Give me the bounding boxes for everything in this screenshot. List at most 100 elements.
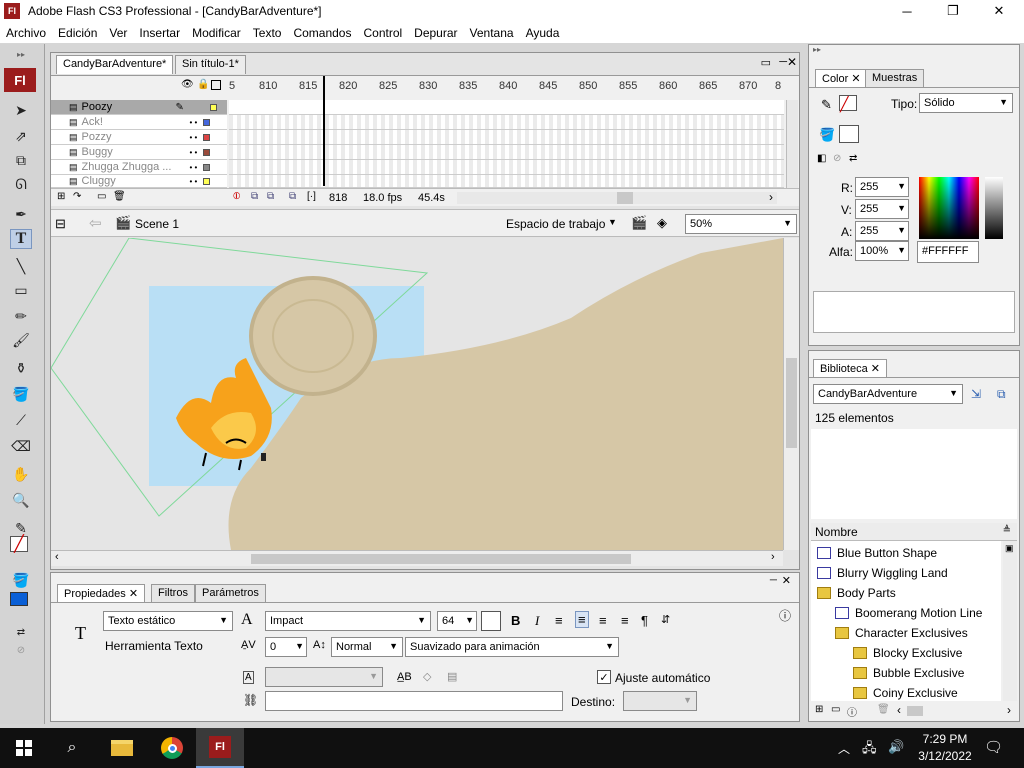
r-input[interactable]: 255 ▼ bbox=[855, 177, 909, 197]
edit-multiple-icon[interactable]: ⧉ bbox=[289, 191, 296, 202]
tab-color[interactable]: Color ✕ bbox=[815, 69, 868, 87]
menu-edicion[interactable]: Edición bbox=[52, 26, 103, 40]
chevron-down-icon[interactable]: ▼ bbox=[608, 217, 617, 227]
frame-row[interactable] bbox=[229, 175, 784, 188]
minimize-button[interactable]: ─ bbox=[884, 0, 930, 22]
minimize-panel-icon[interactable]: ─ bbox=[770, 575, 777, 586]
list-item[interactable]: Coiny Exclusive bbox=[853, 683, 958, 701]
font-size-input[interactable]: 64 ▼ bbox=[437, 611, 477, 631]
frame-row[interactable] bbox=[229, 130, 784, 145]
orientation-icon[interactable]: ⇵ bbox=[661, 613, 670, 626]
menu-texto[interactable]: Texto bbox=[247, 26, 288, 40]
eraser-tool-icon[interactable]: ⌫ bbox=[10, 436, 32, 456]
layer-row[interactable]: ▤ Ack! • • bbox=[51, 115, 227, 130]
onion-skin-icon[interactable]: ⧉ bbox=[251, 191, 258, 202]
close-button[interactable]: ✕ bbox=[976, 0, 1022, 22]
show-border-icon[interactable]: ◇ bbox=[423, 670, 431, 683]
hex-input[interactable]: #FFFFFF bbox=[917, 241, 979, 263]
delete-icon[interactable]: 🗑 bbox=[877, 704, 890, 715]
rectangle-tool-icon[interactable]: ▭ bbox=[10, 280, 32, 300]
menu-ayuda[interactable]: Ayuda bbox=[520, 26, 566, 40]
clock-time[interactable]: 7:29 PM bbox=[918, 732, 972, 746]
pen-tool-icon[interactable]: ✒ bbox=[10, 204, 32, 224]
menu-modificar[interactable]: Modificar bbox=[186, 26, 247, 40]
chevron-up-icon[interactable]: ︿ bbox=[838, 740, 850, 757]
new-folder-icon[interactable]: ▭ bbox=[831, 704, 840, 715]
layer-row[interactable]: ▤ Cluggy • • bbox=[51, 175, 227, 188]
list-item[interactable]: Bubble Exclusive bbox=[853, 663, 964, 683]
pencil-tool-icon[interactable]: ✏ bbox=[10, 306, 32, 326]
close-tab-icon[interactable]: ✕ bbox=[871, 363, 880, 375]
tab-properties[interactable]: Propiedades ✕ bbox=[57, 584, 146, 602]
stroke-color-swatch[interactable]: ╱ bbox=[10, 536, 28, 553]
line-tool-icon[interactable]: ╲ bbox=[10, 256, 32, 276]
delete-layer-icon[interactable]: 🗑 bbox=[113, 191, 126, 202]
swap-colors-icon[interactable]: ⇄ bbox=[10, 622, 32, 642]
center-frame-icon[interactable]: ⦶ bbox=[233, 191, 240, 202]
antialias-select[interactable]: Suavizado para animación ▼ bbox=[405, 637, 619, 657]
a-input[interactable]: 255 ▼ bbox=[855, 221, 909, 241]
destino-select[interactable]: ▼ bbox=[623, 691, 697, 711]
layer-color-swatch[interactable] bbox=[203, 133, 211, 141]
paragraph-icon[interactable]: ¶ bbox=[641, 613, 648, 628]
menu-archivo[interactable]: Archivo bbox=[0, 26, 52, 40]
panel-grip-icon[interactable]: ▸▸ bbox=[809, 45, 1019, 55]
scroll-up-icon[interactable]: ▣ bbox=[1005, 543, 1014, 554]
layer-color-swatch[interactable] bbox=[203, 177, 211, 185]
menu-ventana[interactable]: Ventana bbox=[464, 26, 520, 40]
add-guide-icon[interactable]: ↷ bbox=[73, 191, 81, 202]
edit-scene-icon[interactable]: 🎬 bbox=[631, 215, 647, 231]
layer-color-swatch[interactable] bbox=[203, 148, 211, 156]
new-symbol-icon[interactable]: ⊞ bbox=[815, 704, 823, 715]
maximize-button[interactable]: ❐ bbox=[930, 0, 976, 22]
stage-hscroll[interactable]: ‹ › bbox=[51, 550, 783, 566]
menu-comandos[interactable]: Comandos bbox=[287, 26, 357, 40]
menu-ver[interactable]: Ver bbox=[103, 26, 133, 40]
selection-tool-icon[interactable]: ➤ bbox=[10, 100, 32, 120]
layer-row[interactable]: ▤ Poozy ✎ bbox=[51, 100, 227, 115]
align-right-icon[interactable]: ≡ bbox=[599, 613, 607, 628]
grip-icon[interactable]: ▸▸ bbox=[4, 50, 38, 59]
close-panel-icon[interactable]: ✕ bbox=[782, 574, 791, 587]
file-explorer-icon[interactable] bbox=[98, 728, 146, 768]
menu-control[interactable]: Control bbox=[357, 26, 408, 40]
modify-markers-icon[interactable]: [·] bbox=[307, 191, 316, 202]
free-transform-tool-icon[interactable]: ⧉ bbox=[10, 150, 32, 170]
swap-colors-icon[interactable]: ⇄ bbox=[849, 153, 857, 164]
timeline-hscroll[interactable] bbox=[457, 192, 777, 204]
stage-vscroll[interactable] bbox=[783, 238, 799, 550]
no-color-icon[interactable]: ⊘ bbox=[10, 640, 32, 660]
embed-icon[interactable]: ▤ bbox=[447, 670, 457, 683]
link-input[interactable] bbox=[265, 691, 563, 711]
list-item[interactable]: Blocky Exclusive bbox=[853, 643, 962, 663]
text-color-swatch[interactable] bbox=[481, 611, 501, 631]
ink-bottle-tool-icon[interactable]: ⚱ bbox=[10, 358, 32, 378]
network-icon[interactable]: 🖧 bbox=[862, 739, 877, 761]
layer-row[interactable]: ▤ Pozzy • • bbox=[51, 130, 227, 145]
clock-date[interactable]: 3/12/2022 bbox=[910, 749, 980, 763]
fill-bucket-icon[interactable]: 🪣 bbox=[819, 127, 835, 143]
zoom-tool-icon[interactable]: 🔍 bbox=[10, 490, 32, 510]
tab-sin-titulo[interactable]: Sin título-1* bbox=[175, 55, 246, 74]
properties-icon[interactable]: ⓘ bbox=[847, 704, 857, 719]
add-folder-icon[interactable]: ▭ bbox=[97, 191, 106, 202]
list-item[interactable]: Blurry Wiggling Land bbox=[817, 563, 948, 583]
fill-swatch[interactable] bbox=[839, 125, 859, 143]
edit-symbol-icon[interactable]: ◈ bbox=[657, 215, 667, 231]
minimize-doc-icon[interactable]: ─ bbox=[779, 56, 787, 68]
render-html-icon[interactable]: A̲B bbox=[397, 671, 412, 683]
v-input[interactable]: 255 ▼ bbox=[855, 199, 909, 219]
scene-name[interactable]: Scene 1 bbox=[135, 217, 179, 231]
frame-row[interactable] bbox=[229, 160, 784, 175]
scroll-left-icon[interactable]: ‹ bbox=[55, 551, 59, 563]
layer-color-swatch[interactable] bbox=[203, 163, 211, 171]
scroll-right-icon[interactable]: › bbox=[1007, 703, 1011, 717]
eyedropper-tool-icon[interactable]: ⟋ bbox=[10, 410, 32, 430]
justify-icon[interactable]: ≡ bbox=[621, 613, 629, 628]
lock-icon[interactable]: 🔒 bbox=[197, 79, 209, 90]
zoom-select[interactable]: 50% ▼ bbox=[685, 214, 797, 234]
menu-insertar[interactable]: Insertar bbox=[133, 26, 186, 40]
help-icon[interactable]: ⓘ bbox=[779, 607, 791, 624]
flash-taskbar-icon[interactable]: Fl bbox=[196, 728, 244, 768]
restore-doc-icon[interactable]: ▭ bbox=[761, 56, 771, 69]
